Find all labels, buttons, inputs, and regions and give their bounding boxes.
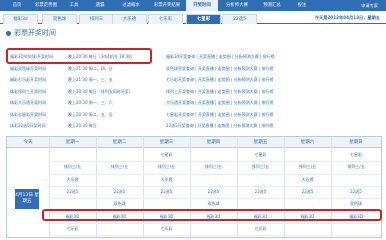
nav-item-3[interactable]: 遗漏: [88, 0, 112, 11]
calendar-entry[interactable]: 排列三/五: [237, 162, 284, 172]
calendar-row-divider: [49, 173, 381, 175]
apply-expert-link[interactable]: 申请专家: [361, 0, 378, 11]
open-row-links[interactable]: 七星彩开奖查询 | 开奖直播 | 走势图 | 分析预测大赛 | 排行榜: [166, 109, 378, 120]
subtab-4[interactable]: 七乐彩: [148, 14, 183, 24]
subtab-2[interactable]: 排列三: [79, 14, 114, 24]
highlight-box-3d: [6, 48, 152, 64]
subtab-6[interactable]: 22选5: [222, 14, 257, 24]
calendar-header-6: 星期六: [300, 140, 315, 145]
calendar-header-2: 星期二: [112, 140, 127, 145]
nav-item-9[interactable]: 投注: [290, 0, 314, 11]
nav-item-1[interactable]: 彩票走势图: [32, 0, 60, 11]
nav-item-0[interactable]: 首页: [4, 0, 30, 11]
open-row-name[interactable]: 体彩排列三开奖时间: [10, 86, 66, 97]
bullet-icon: [6, 30, 11, 36]
calendar-header-0: 今天: [23, 140, 33, 145]
current-date: 今天是2012年04月13日，星期五: [314, 15, 380, 20]
calendar-entry[interactable]: 22选5: [143, 187, 190, 197]
open-row-links[interactable]: 七乐彩开奖查询 | 开奖直播 | 走势图 | 分析预测大赛 | 排行榜: [166, 74, 378, 85]
nav-item-5[interactable]: 彩票开奖结果: [150, 0, 184, 11]
open-row-time: 晚上20:30 周二、五、日: [68, 111, 113, 117]
nav-item-8[interactable]: 预测汇总: [256, 0, 288, 11]
calendar-header: 今天 星期一 星期二 星期三 星期四 星期五 星期六 星期日: [7, 137, 381, 148]
calendar-entry[interactable]: 七星彩: [143, 150, 190, 160]
open-row-links[interactable]: 22选5开奖查询 | 开奖直播 | 走势图 | 分析预测大赛 | 排行榜: [166, 120, 378, 131]
calendar-row-divider: [49, 235, 381, 237]
open-row-name[interactable]: 体彩大乐透开奖时间: [10, 97, 66, 108]
section-title-text: 彩票开奖时间: [14, 29, 56, 37]
calendar-entry[interactable]: 七乐彩: [237, 224, 284, 234]
open-row-time: 晚上21:30 周二、四、日: [68, 65, 113, 71]
calendar-entry[interactable]: 排列三/五: [190, 162, 237, 172]
subtab-0[interactable]: 福彩3d: [3, 14, 38, 24]
open-row-time: 晚上20:30 每日（排列五同时开奖）: [68, 88, 133, 94]
subtab-3[interactable]: 大乐透: [112, 14, 147, 24]
open-row-links[interactable]: 排列三开奖查询 | 开奖直播 | 走势图 | 分析预测大赛 | 排行榜: [166, 86, 378, 97]
lottery-subtabs: 今天是2012年04月13日，星期五 福彩3d 双色球 排列三 大乐透 七乐彩 七星彩 22…: [0, 13, 386, 24]
calendar-header-7: 星期日: [349, 140, 363, 145]
nav-item-6[interactable]: 开奖时间: [186, 0, 218, 11]
calendar-entry[interactable]: 七星彩: [237, 150, 284, 160]
calendar-entry[interactable]: 七乐彩: [143, 224, 190, 234]
section-title: 彩票开奖时间: [6, 28, 56, 38]
calendar-entry[interactable]: 排列三/五: [284, 162, 331, 172]
calendar-entry[interactable]: 排列三/五: [331, 162, 381, 172]
calendar-entry[interactable]: 排列三/五: [49, 162, 96, 172]
open-row-time: 晚上21:30 周一、三、五: [68, 77, 113, 82]
nav-item-2[interactable]: 工具: [62, 0, 86, 11]
calendar-header-3: 星期三: [159, 140, 174, 145]
calendar-header-5: 星期五: [253, 140, 268, 145]
calendar-entry[interactable]: 双色球: [331, 199, 381, 209]
calendar-entry[interactable]: 22选5: [331, 187, 381, 197]
nav-item-4[interactable]: 过滤缩水: [114, 0, 148, 11]
draw-calendar: 今天 星期一 星期二 星期三 星期四 星期五 星期六 星期日 4月13日 星期五 七星彩 七星彩…: [6, 136, 382, 238]
calendar-entry[interactable]: 22选5: [237, 187, 284, 197]
calendar-entry[interactable]: 排列三/五: [143, 162, 190, 172]
nav-item-7[interactable]: 分析师大赛: [220, 0, 254, 11]
calendar-entry[interactable]: 双色球: [190, 199, 237, 209]
open-row-time: 晚上20:30 周一、三、六: [68, 100, 113, 105]
calendar-entry[interactable]: 七星彩: [331, 150, 381, 160]
calendar-entry[interactable]: 大乐透: [284, 175, 331, 185]
calendar-entry[interactable]: 22选5: [96, 187, 143, 197]
open-row-name[interactable]: 体彩七星彩开奖时间: [10, 109, 66, 120]
open-row-time: 晚上20:30 每日: [68, 123, 97, 128]
open-row-links[interactable]: 双色球开奖查询 | 开奖直播 | 走势图 | 分析预测大赛 | 排行榜: [166, 63, 378, 74]
open-row-links[interactable]: 大乐透开奖查询 | 开奖直播 | 走势图 | 分析预测大赛 | 排行榜: [166, 97, 378, 108]
calendar-entry[interactable]: 双色球: [96, 199, 143, 209]
calendar-entry[interactable]: 22选5: [190, 187, 237, 197]
calendar-entry[interactable]: 大乐透: [49, 175, 96, 185]
open-row-name[interactable]: 体彩22选5开奖时间: [10, 120, 66, 131]
calendar-entry[interactable]: 22选5: [49, 187, 96, 197]
calendar-header-1: 星期一: [65, 140, 80, 145]
today-date-badge: 4月13日 星期五: [15, 189, 39, 209]
calendar-row-divider: [49, 222, 381, 224]
top-navigation: 申请专家 首页 彩票走势图 工具 遗漏 过滤缩水 彩票开奖结果 开奖时间 分析师大赛 预测汇总投…: [0, 0, 386, 11]
calendar-entry[interactable]: 大乐透: [143, 175, 190, 185]
open-row-name[interactable]: 福彩双色球开奖时间: [10, 63, 66, 74]
today-cell: 4月13日 星期五: [8, 149, 48, 237]
subtab-5[interactable]: 七星彩: [186, 14, 221, 24]
calendar-header-4: 星期四: [206, 140, 221, 145]
subtab-1[interactable]: 双色球: [42, 14, 77, 24]
calendar-entry[interactable]: 七乐彩: [49, 224, 96, 234]
open-row-name[interactable]: 福彩七乐彩开奖时间: [10, 74, 66, 85]
highlight-box-3d-row: [42, 209, 382, 221]
open-row-links[interactable]: 福彩3d开奖查询 | 开奖直播 | 走势图 | 分析预测大赛 | 排行榜: [166, 51, 378, 62]
calendar-entry[interactable]: 排列三/五: [96, 162, 143, 172]
calendar-entry[interactable]: 22选5: [284, 187, 331, 197]
